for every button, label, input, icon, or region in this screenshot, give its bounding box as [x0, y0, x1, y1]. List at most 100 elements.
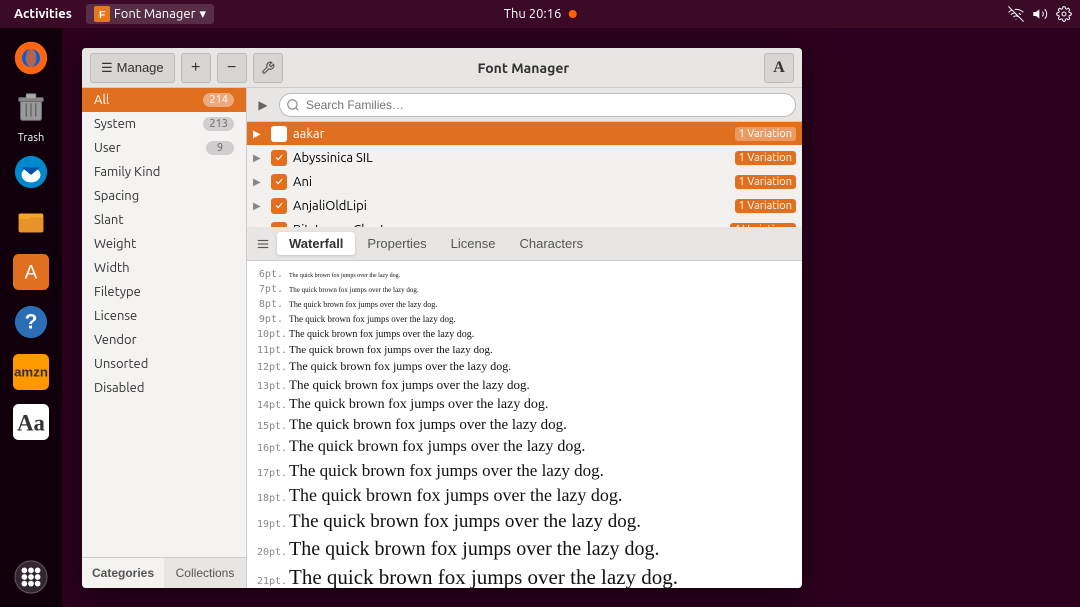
tab-collections[interactable]: Collections	[164, 558, 246, 588]
trash-icon	[9, 86, 53, 130]
preview-tabs: Waterfall Properties License Characters	[247, 227, 802, 261]
preview-size-label: 14pt.	[257, 399, 283, 412]
font-checkbox-abyssinica[interactable]: ✓	[271, 150, 287, 166]
svg-text:Aa: Aa	[17, 411, 45, 436]
dock-item-help[interactable]: ?	[9, 300, 53, 344]
sidebar-item-unsorted[interactable]: Unsorted	[82, 352, 246, 376]
preview-row: 18pt.The quick brown fox jumps over the …	[247, 483, 802, 508]
manage-button[interactable]: ☰ Manage	[90, 53, 175, 83]
preview-row: 19pt.The quick brown fox jumps over the …	[247, 509, 802, 536]
sidebar-item-all[interactable]: All 214	[82, 88, 246, 112]
main-content: ☰ Manage + − Font Manager A All 214	[62, 28, 1080, 607]
tools-button[interactable]	[253, 53, 283, 83]
preview-size-label: 19pt.	[257, 518, 283, 531]
row-expand-arrow: ▶	[253, 200, 269, 212]
sound-icon[interactable]	[1032, 6, 1048, 22]
tab-waterfall[interactable]: Waterfall	[277, 232, 355, 255]
tab-categories[interactable]: Categories	[82, 558, 164, 588]
preview-size-label: 13pt.	[257, 380, 283, 393]
svg-text:A: A	[25, 263, 38, 284]
dock-item-files[interactable]	[9, 200, 53, 244]
sidebar-item-weight[interactable]: Weight	[82, 232, 246, 256]
preview-text: The quick brown fox jumps over the lazy …	[289, 564, 678, 588]
dock: Trash A	[0, 28, 62, 607]
tab-characters[interactable]: Characters	[507, 232, 595, 255]
wifi-icon[interactable]	[1008, 6, 1024, 22]
app-icon: F	[94, 6, 110, 22]
preview-size-label: 12pt.	[257, 361, 283, 374]
variation-badge-ani: 1 Variation	[735, 175, 796, 189]
sidebar-item-user[interactable]: User 9	[82, 136, 246, 160]
remove-font-button[interactable]: −	[217, 53, 247, 83]
topbar-left: Activities F Font Manager ▾	[8, 4, 214, 24]
preview-text: The quick brown fox jumps over the lazy …	[289, 328, 474, 341]
app-menu[interactable]: F Font Manager ▾	[86, 4, 214, 24]
preview-row: 14pt.The quick brown fox jumps over the …	[247, 395, 802, 415]
font-size-button[interactable]: A	[764, 53, 794, 83]
font-checkbox-anjali[interactable]: ✓	[271, 198, 287, 214]
font-name-aakar: aakar	[293, 127, 735, 141]
preview-waterfall[interactable]: 6pt.The quick brown fox jumps over the l…	[247, 261, 802, 588]
dock-item-trash[interactable]: Trash	[9, 86, 53, 144]
sidebar-item-disabled[interactable]: Disabled	[82, 376, 246, 400]
tab-properties[interactable]: Properties	[355, 232, 438, 255]
row-expand-arrow: ▶	[253, 176, 269, 188]
sidebar-item-system[interactable]: System 213	[82, 112, 246, 136]
tab-license[interactable]: License	[439, 232, 508, 255]
sidebar-item-spacing[interactable]: Spacing	[82, 184, 246, 208]
tab-menu-icon[interactable]	[253, 234, 273, 254]
activities-button[interactable]: Activities	[8, 5, 78, 23]
font-row-bitstream[interactable]: ▶ ✓ Bitstream Charter 4 Variations	[247, 218, 802, 227]
preview-text: The quick brown fox jumps over the lazy …	[289, 536, 659, 562]
sidebar-item-license[interactable]: License	[82, 304, 246, 328]
preview-size-label: 20pt.	[257, 546, 283, 559]
topbar-clock: Thu 20:16	[504, 7, 577, 21]
font-checkbox-aakar[interactable]: ✓	[271, 126, 287, 142]
system-icon[interactable]	[1056, 6, 1072, 22]
topbar: Activities F Font Manager ▾ Thu 20:16	[0, 0, 1080, 28]
dock-item-font-viewer[interactable]: Aa	[9, 400, 53, 444]
sidebar-item-weight-label: Weight	[94, 237, 136, 251]
preview-row: 20pt. The quick brown fox jumps over the …	[247, 535, 802, 563]
add-font-button[interactable]: +	[181, 53, 211, 83]
font-name-anjali: AnjaliOldLipi	[293, 199, 735, 213]
app-menu-arrow: ▾	[200, 7, 207, 22]
sidebar-item-vendor[interactable]: Vendor	[82, 328, 246, 352]
tools-icon	[261, 61, 275, 75]
font-list-header: ▶	[247, 88, 802, 122]
sidebar-item-family-kind[interactable]: Family Kind	[82, 160, 246, 184]
font-row-ani[interactable]: ▶ ✓ Ani 1 Variation	[247, 170, 802, 194]
content-panel: ▶ ▶ ✓ aakar 1 Variation	[247, 88, 802, 588]
variation-badge-aakar: 1 Variation	[735, 127, 796, 141]
font-checkbox-ani[interactable]: ✓	[271, 174, 287, 190]
preview-text: The quick brown fox jumps over the lazy …	[289, 460, 604, 482]
search-input[interactable]	[279, 93, 796, 117]
preview-text: The quick brown fox jumps over the lazy …	[289, 286, 419, 295]
sidebar-bottom-tabs: Categories Collections	[82, 557, 246, 588]
font-row-aakar[interactable]: ▶ ✓ aakar 1 Variation	[247, 122, 802, 146]
dock-item-firefox[interactable]	[9, 36, 53, 80]
font-row-abyssinica[interactable]: ▶ ✓ Abyssinica SIL 1 Variation	[247, 146, 802, 170]
sidebar-item-spacing-label: Spacing	[94, 189, 139, 203]
preview-row: 7pt.The quick brown fox jumps over the l…	[247, 282, 802, 297]
dock-item-amazon[interactable]: amzn	[9, 350, 53, 394]
preview-size-label: 21pt.	[257, 575, 283, 588]
preview-text: The quick brown fox jumps over the lazy …	[289, 300, 437, 310]
expand-all-button[interactable]: ▶	[253, 95, 273, 115]
font-row-anjali[interactable]: ▶ ✓ AnjaliOldLipi 1 Variation	[247, 194, 802, 218]
sidebar-item-filetype[interactable]: Filetype	[82, 280, 246, 304]
sidebar-item-width[interactable]: Width	[82, 256, 246, 280]
preview-text: The quick brown fox jumps over the lazy …	[289, 437, 585, 458]
sidebar-item-license-label: License	[94, 309, 137, 323]
dock-item-thunderbird[interactable]	[9, 150, 53, 194]
preview-text: The quick brown fox jumps over the lazy …	[289, 343, 493, 357]
sidebar-item-slant[interactable]: Slant	[82, 208, 246, 232]
preview-row: 13pt.The quick brown fox jumps over the …	[247, 376, 802, 395]
sidebar-item-user-badge: 9	[206, 141, 234, 155]
preview-size-label: 17pt.	[257, 467, 283, 480]
dock-item-apps-grid[interactable]	[9, 555, 53, 599]
preview-text: The quick brown fox jumps over the lazy …	[289, 314, 456, 326]
sidebar-item-width-label: Width	[94, 261, 130, 275]
dock-item-software[interactable]: A	[9, 250, 53, 294]
preview-size-label: 9pt.	[257, 313, 283, 326]
